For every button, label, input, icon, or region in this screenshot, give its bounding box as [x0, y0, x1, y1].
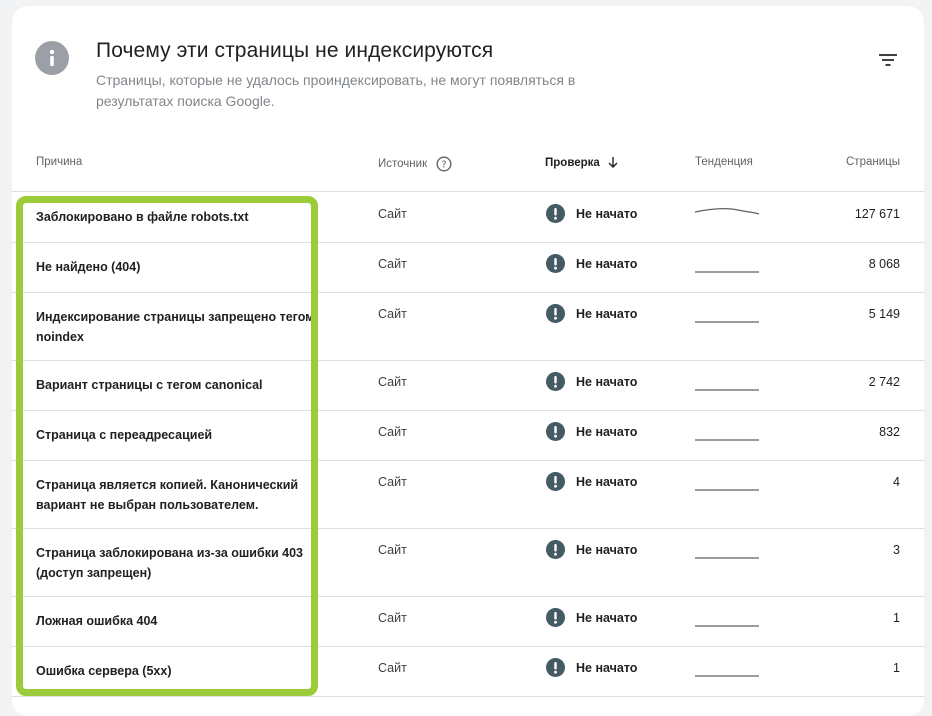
row-status: Не начато — [546, 304, 637, 323]
column-header-trend: Тенденция — [695, 156, 753, 168]
row-status: Не начато — [546, 204, 637, 223]
row-pages-count: 5 149 — [868, 307, 900, 321]
row-pages-count: 1 — [893, 661, 900, 675]
row-reason: Страница с переадресацией — [36, 428, 213, 442]
exclamation-icon — [546, 304, 565, 323]
column-header-reason[interactable]: Причина — [36, 156, 82, 168]
table-row[interactable]: Страница является копией. Канонический в… — [12, 460, 924, 528]
row-status: Не начато — [546, 608, 637, 627]
row-divider — [12, 360, 924, 361]
row-trend-sparkline — [694, 656, 760, 678]
row-status-label: Не начато — [576, 256, 638, 271]
row-source: Сайт — [378, 475, 407, 489]
row-trend-sparkline — [694, 302, 760, 324]
exclamation-icon — [546, 608, 565, 627]
row-status: Не начато — [546, 658, 637, 677]
row-trend-sparkline — [694, 420, 760, 442]
row-divider — [12, 528, 924, 529]
table-row[interactable]: Ложная ошибка 404 Сайт Не начато 1 — [12, 596, 924, 646]
column-header-trend-label: Тенденция — [695, 156, 753, 168]
row-reason: Индексирование страницы запрещено тегом … — [36, 310, 315, 344]
table-row[interactable]: Страница с переадресацией Сайт Не начато 83… — [12, 410, 924, 460]
row-status-label: Не начато — [576, 474, 638, 489]
row-status-label: Не начато — [576, 306, 638, 321]
row-source: Сайт — [378, 611, 407, 625]
column-header-check-label: Проверка — [545, 156, 600, 169]
indexing-reasons-card: Почему эти страницы не индексируются Стр… — [12, 6, 924, 716]
row-trend-sparkline — [694, 470, 760, 492]
row-pages-count: 1 — [893, 611, 900, 625]
exclamation-icon — [546, 254, 565, 273]
row-source: Сайт — [378, 661, 407, 675]
table-row[interactable]: Индексирование страницы запрещено тегом … — [12, 292, 924, 360]
table-row[interactable]: Ошибка сервера (5xx) Сайт Не начато 1 — [12, 646, 924, 696]
row-status: Не начато — [546, 422, 637, 441]
row-status-label: Не начато — [576, 610, 638, 625]
row-reason: Ошибка сервера (5xx) — [36, 664, 172, 678]
row-trend-sparkline — [694, 606, 760, 628]
row-source: Сайт — [378, 375, 407, 389]
filter-icon[interactable] — [878, 52, 898, 68]
row-pages-count: 3 — [893, 543, 900, 557]
row-reason: Страница заблокирована из-за ошибки 403 … — [36, 546, 303, 580]
column-header-source-label: Источник — [378, 158, 428, 170]
exclamation-icon — [546, 422, 565, 441]
row-divider — [12, 410, 924, 411]
row-pages-count: 832 — [879, 425, 900, 439]
card-subtitle: Страницы, которые не удалось проиндексир… — [96, 72, 576, 109]
exclamation-icon — [546, 372, 565, 391]
row-divider — [12, 646, 924, 647]
card-title: Почему эти страницы не индексируются — [96, 39, 494, 62]
table-row[interactable]: Страница заблокирована из-за ошибки 403 … — [12, 528, 924, 596]
row-status-label: Не начато — [576, 374, 638, 389]
row-pages-count: 8 068 — [868, 257, 900, 271]
row-divider — [12, 596, 924, 597]
exclamation-icon — [546, 204, 565, 223]
row-reason: Ложная ошибка 404 — [36, 614, 158, 628]
row-trend-sparkline — [694, 538, 760, 560]
row-status: Не начато — [546, 254, 637, 273]
table-row[interactable]: Вариант страницы с тегом canonical Сайт Не… — [12, 360, 924, 410]
exclamation-icon — [546, 540, 565, 559]
row-status-label: Не начато — [576, 660, 638, 675]
column-header-reason-label: Причина — [36, 156, 83, 168]
table-row[interactable]: Не найдено (404) Сайт Не начато 8 068 — [12, 242, 924, 292]
exclamation-icon — [546, 472, 565, 491]
row-status-label: Не начато — [576, 542, 638, 557]
column-header-source[interactable]: Источник ? — [378, 156, 452, 172]
row-divider — [12, 460, 924, 461]
row-divider — [12, 242, 924, 243]
column-header-check[interactable]: Проверка — [545, 156, 619, 169]
row-status: Не начато — [546, 540, 637, 559]
row-pages-count: 127 671 — [854, 207, 900, 221]
row-source: Сайт — [378, 543, 407, 557]
row-source: Сайт — [378, 207, 407, 221]
column-header-pages-label: Страницы — [846, 156, 900, 168]
svg-text:?: ? — [442, 160, 447, 171]
row-divider — [12, 292, 924, 293]
row-divider — [12, 696, 924, 697]
row-trend-sparkline — [694, 252, 760, 274]
row-source: Сайт — [378, 257, 407, 271]
arrow-down-icon — [607, 156, 619, 169]
exclamation-icon — [546, 658, 565, 677]
row-status: Не начато — [546, 372, 637, 391]
row-status: Не начато — [546, 472, 637, 491]
row-status-label: Не начато — [576, 206, 638, 221]
column-header-pages[interactable]: Страницы — [846, 156, 900, 168]
row-reason: Вариант страницы с тегом canonical — [36, 378, 263, 392]
row-trend-sparkline — [694, 202, 760, 224]
row-reason: Заблокировано в файле robots.txt — [36, 210, 249, 224]
row-status-label: Не начато — [576, 424, 638, 439]
table-row[interactable]: Заблокировано в файле robots.txt Сайт Не н… — [12, 192, 924, 242]
row-reason: Страница является копией. Канонический в… — [36, 478, 299, 512]
row-pages-count: 2 742 — [868, 375, 900, 389]
info-icon — [35, 41, 69, 75]
row-source: Сайт — [378, 425, 407, 439]
row-trend-sparkline — [694, 370, 760, 392]
row-pages-count: 4 — [893, 475, 900, 489]
row-reason: Не найдено (404) — [36, 260, 141, 274]
help-icon[interactable]: ? — [436, 156, 452, 172]
row-source: Сайт — [378, 307, 407, 321]
